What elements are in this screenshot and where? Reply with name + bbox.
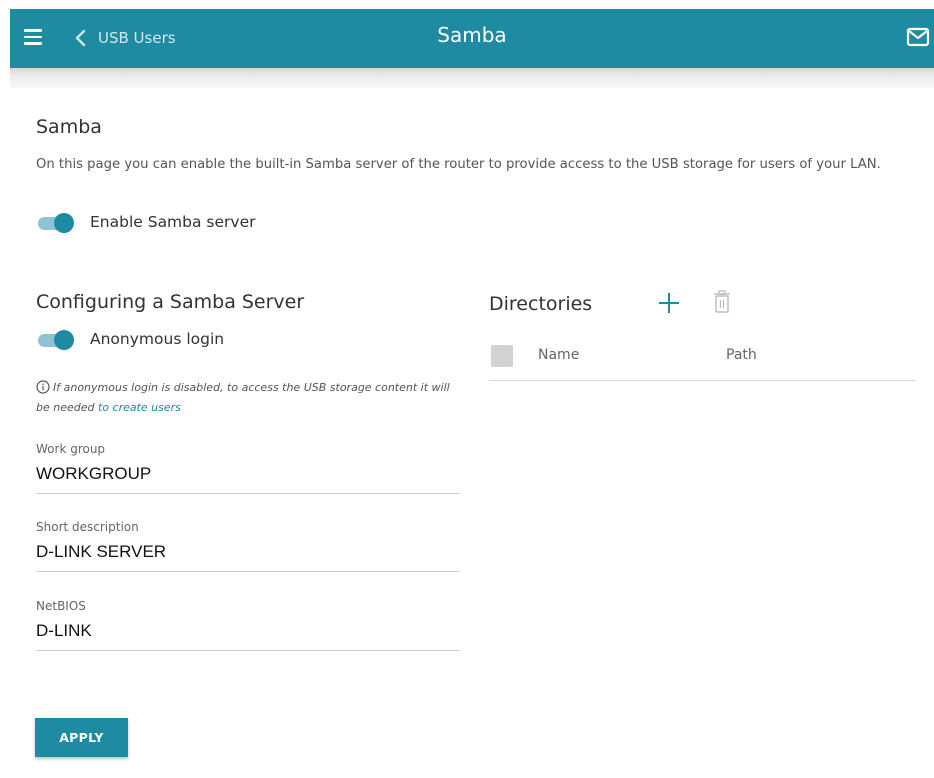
config-section-title: Configuring a Samba Server: [36, 291, 305, 313]
header-shadow: [10, 68, 934, 88]
trash-icon[interactable]: [712, 290, 732, 314]
workgroup-field[interactable]: Work group WORKGROUP: [36, 442, 460, 494]
short-description-label: Short description: [36, 520, 139, 534]
workgroup-input[interactable]: WORKGROUP: [36, 464, 456, 484]
enable-samba-label: Enable Samba server: [90, 213, 256, 231]
create-users-link[interactable]: to create users: [98, 401, 181, 414]
add-icon[interactable]: [657, 291, 681, 315]
netbios-input[interactable]: D-LINK: [36, 621, 456, 641]
page-description: On this page you can enable the built-in…: [36, 157, 881, 172]
main-content: Samba On this page you can enable the bu…: [10, 88, 934, 778]
anonymous-login-label: Anonymous login: [90, 330, 225, 348]
column-name: Name: [538, 347, 580, 363]
short-description-field[interactable]: Short description D-LINK SERVER: [36, 520, 460, 572]
workgroup-label: Work group: [36, 442, 106, 456]
apply-button[interactable]: APPLY: [35, 718, 128, 757]
netbios-label: NetBIOS: [36, 599, 86, 613]
column-path: Path: [726, 347, 757, 363]
enable-samba-toggle[interactable]: [36, 213, 74, 233]
header-title: Samba: [437, 23, 507, 47]
info-icon: [36, 380, 50, 394]
short-description-input[interactable]: D-LINK SERVER: [36, 542, 456, 562]
directories-title: Directories: [489, 293, 593, 315]
mail-icon[interactable]: [906, 26, 930, 48]
directories-table-header: Name Path: [489, 340, 915, 381]
page-title: Samba: [36, 116, 102, 138]
top-bar: USB Users Samba: [10, 9, 934, 68]
netbios-field[interactable]: NetBIOS D-LINK: [36, 599, 460, 651]
select-all-checkbox[interactable]: [491, 345, 513, 367]
anonymous-hint: If anonymous login is disabled, to acces…: [36, 378, 466, 418]
anonymous-login-toggle[interactable]: [36, 330, 74, 350]
